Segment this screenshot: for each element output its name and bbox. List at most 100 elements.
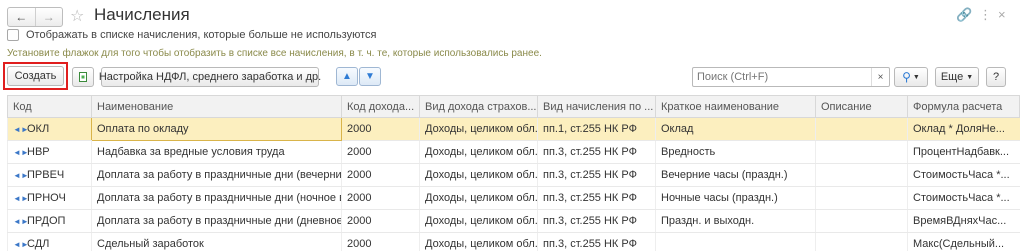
cell-accr-type: пп.1, ст.255 НК РФ xyxy=(537,117,656,141)
ndfl-settings-button[interactable]: Настройка НДФЛ, среднего заработка и др. xyxy=(99,67,321,87)
cell-description xyxy=(815,140,908,164)
arrow-right-icon[interactable]: → xyxy=(34,8,63,26)
cell-formula: Макс(Сдельный... xyxy=(907,232,1020,251)
more-button[interactable]: Еще ▼ xyxy=(935,67,979,87)
column-header[interactable]: Наименование xyxy=(91,95,342,118)
cell-name[interactable]: Оплата по окладу xyxy=(91,117,342,141)
table-row[interactable]: ◄►ПРНОЧ Доплата за работу в праздничные … xyxy=(7,186,1020,210)
cell-short-name: Праздн. и выходн. xyxy=(655,209,816,233)
show-unused-label: Отображать в списке начисления, которые … xyxy=(26,29,377,41)
cell-name: Доплата за работу в праздничные дни (дне… xyxy=(91,209,342,233)
arrow-down-icon: ▼ xyxy=(365,71,375,82)
row-type-icon: ◄► xyxy=(13,147,29,157)
cell-income-code: 2000 xyxy=(341,209,420,233)
cell-short-name: Ночные часы (праздн.) xyxy=(655,186,816,210)
cell-ins-type: Доходы, целиком обл... xyxy=(419,232,538,251)
more-label: Еще xyxy=(940,71,964,83)
move-down-button[interactable]: ▼ xyxy=(359,67,381,86)
cell-description xyxy=(815,209,908,233)
cell-description xyxy=(815,117,908,141)
column-header[interactable]: Описание xyxy=(815,95,908,118)
row-type-icon: ◄► xyxy=(13,216,29,226)
page-title: Начисления xyxy=(94,5,190,24)
link-icon[interactable]: 🔗 xyxy=(956,7,972,23)
filter-hint: Установите флажок для того чтобы отобраз… xyxy=(7,48,542,59)
column-header[interactable]: Краткое наименование xyxy=(655,95,816,118)
cell-ins-type: Доходы, целиком обл... xyxy=(419,117,538,141)
cell-income-code: 2000 xyxy=(341,117,420,141)
cell-income-code: 2000 xyxy=(341,186,420,210)
arrow-left-icon[interactable]: ← xyxy=(8,8,35,26)
cell-description xyxy=(815,186,908,210)
cell-code: НВР xyxy=(27,146,50,158)
cell-code: ПРВЕЧ xyxy=(27,169,65,181)
table-row[interactable]: ◄►ПРДОП Доплата за работу в праздничные … xyxy=(7,209,1020,233)
copy-document-icon xyxy=(79,72,87,82)
cell-accr-type: пп.3, ст.255 НК РФ xyxy=(537,163,656,187)
cell-accr-type: пп.3, ст.255 НК РФ xyxy=(537,232,656,251)
row-type-icon: ◄► xyxy=(13,193,29,203)
cell-short-name: Вечерние часы (праздн.) xyxy=(655,163,816,187)
cell-description xyxy=(815,163,908,187)
cell-short-name: Вредность xyxy=(655,140,816,164)
close-icon[interactable]: × xyxy=(998,7,1006,22)
cell-ins-type: Доходы, целиком обл... xyxy=(419,186,538,210)
cell-formula: СтоимостьЧаса *... xyxy=(907,163,1020,187)
more-vertical-icon[interactable]: ⋮ xyxy=(979,7,992,23)
cell-formula: ВремяВДняхЧас... xyxy=(907,209,1020,233)
column-header[interactable]: Код xyxy=(7,95,92,118)
column-header[interactable]: Вид дохода страхов... xyxy=(419,95,538,118)
table-row[interactable]: ◄►НВР Надбавка за вредные условия труда … xyxy=(7,140,1020,164)
cell-formula: СтоимостьЧаса *... xyxy=(907,186,1020,210)
chevron-down-icon: ▼ xyxy=(966,73,974,81)
chevron-down-icon: ▼ xyxy=(912,73,920,81)
help-button[interactable]: ? xyxy=(986,67,1006,87)
row-type-icon: ◄► xyxy=(13,239,29,249)
create-button[interactable]: Создать xyxy=(7,66,64,86)
row-type-icon: ◄► xyxy=(13,170,29,180)
cell-ins-type: Доходы, целиком обл... xyxy=(419,163,538,187)
show-unused-checkbox[interactable] xyxy=(7,29,19,41)
cell-short-name: Оклад xyxy=(655,117,816,141)
title-bar: ← → ☆ Начисления 🔗 ⋮ × xyxy=(0,0,1024,30)
cell-income-code: 2000 xyxy=(341,140,420,164)
cell-code: ПРНОЧ xyxy=(27,192,66,204)
table-row[interactable]: ◄►ОКЛ Оплата по окладу 2000 Доходы, цели… xyxy=(7,117,1020,141)
clear-icon[interactable]: × xyxy=(871,68,889,86)
show-unused-filter[interactable]: Отображать в списке начисления, которые … xyxy=(7,29,377,41)
cell-ins-type: Доходы, целиком обл... xyxy=(419,140,538,164)
column-header[interactable]: Вид начисления по ... xyxy=(537,95,656,118)
cell-code: ПРДОП xyxy=(27,215,66,227)
accruals-table: Код Наименование Код дохода... Вид доход… xyxy=(7,95,1020,251)
cell-code: ОКЛ xyxy=(27,123,50,135)
cell-accr-type: пп.3, ст.255 НК РФ xyxy=(537,186,656,210)
cell-income-code: 2000 xyxy=(341,232,420,251)
search-input[interactable] xyxy=(693,71,871,83)
search-icon: ⚲ xyxy=(902,70,911,84)
search-options-button[interactable]: ⚲ ▼ xyxy=(894,67,928,87)
move-up-button[interactable]: ▲ xyxy=(336,67,358,86)
create-copy-button[interactable] xyxy=(72,67,94,87)
cell-short-name xyxy=(655,232,816,251)
cell-name: Сдельный заработок xyxy=(91,232,342,251)
star-icon[interactable]: ☆ xyxy=(70,6,84,26)
cell-description xyxy=(815,232,908,251)
cell-ins-type: Доходы, целиком обл... xyxy=(419,209,538,233)
cell-code: СДЛ xyxy=(27,238,50,250)
nav-buttons: ← → xyxy=(7,7,63,27)
column-header[interactable]: Формула расчета xyxy=(907,95,1020,118)
cell-formula: Оклад * ДоляНе... xyxy=(907,117,1020,141)
table-header: Код Наименование Код дохода... Вид доход… xyxy=(7,95,1020,118)
cell-accr-type: пп.3, ст.255 НК РФ xyxy=(537,209,656,233)
cell-income-code: 2000 xyxy=(341,163,420,187)
cell-name: Доплата за работу в праздничные дни (веч… xyxy=(91,163,342,187)
cell-accr-type: пп.3, ст.255 НК РФ xyxy=(537,140,656,164)
column-header[interactable]: Код дохода... xyxy=(341,95,420,118)
search-box: × xyxy=(692,67,890,87)
arrow-up-icon: ▲ xyxy=(342,71,352,82)
table-row[interactable]: ◄►ПРВЕЧ Доплата за работу в праздничные … xyxy=(7,163,1020,187)
cell-formula: ПроцентНадбавк... xyxy=(907,140,1020,164)
row-type-icon: ◄► xyxy=(13,124,29,134)
cell-name: Доплата за работу в праздничные дни (ноч… xyxy=(91,186,342,210)
table-row[interactable]: ◄►СДЛ Сдельный заработок 2000 Доходы, це… xyxy=(7,232,1020,251)
